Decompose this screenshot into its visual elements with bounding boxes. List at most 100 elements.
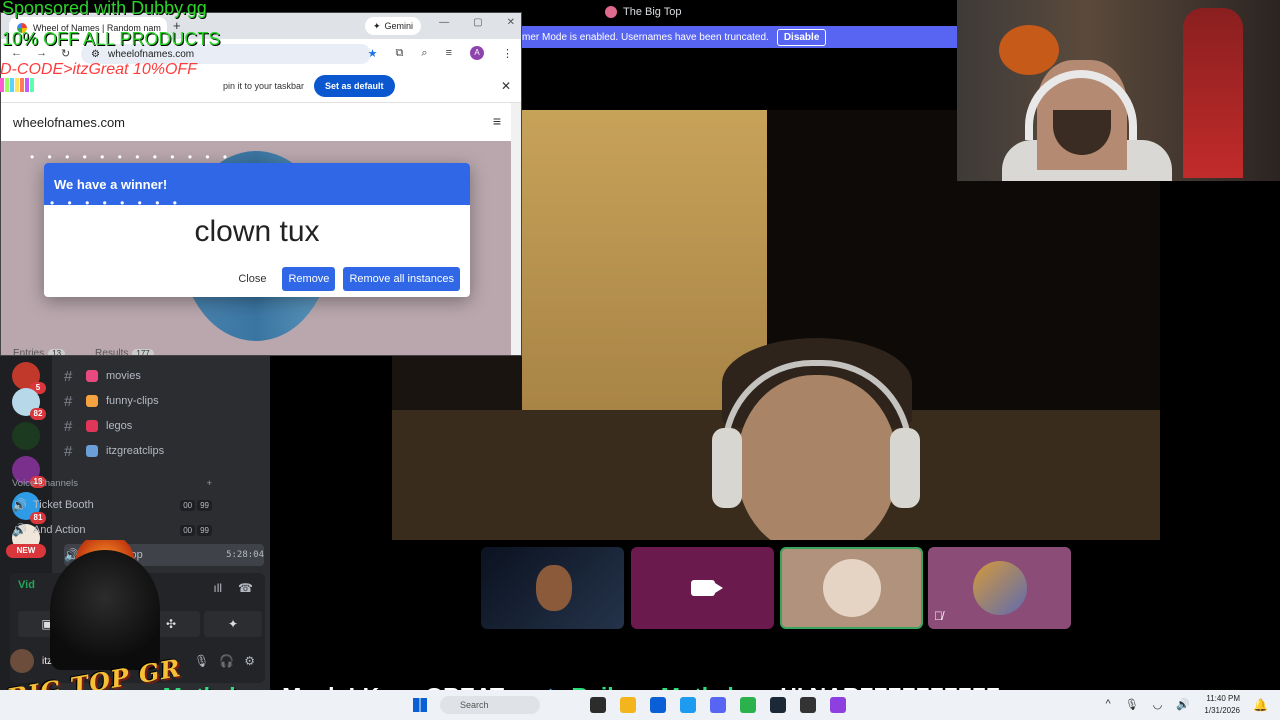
minimize-icon[interactable]: —	[439, 17, 449, 28]
streamer-mode-text: mer Mode is enabled. Usernames have been…	[522, 31, 769, 43]
remove-all-instances-button[interactable]: Remove all instances	[343, 267, 460, 291]
server-icon[interactable]: 82	[12, 388, 46, 420]
voice-channel-ticket-booth[interactable]: 🔊 Ticket Booth 00 99	[12, 494, 212, 516]
voice-channels-header[interactable]: Voice Channels +	[12, 478, 212, 489]
notification-bell-icon[interactable]: 🔔	[1253, 698, 1268, 712]
close-window-icon[interactable]: ✕	[507, 17, 515, 28]
gemini-button[interactable]: ✦ Gemini	[365, 17, 422, 35]
remove-button[interactable]: Remove	[282, 267, 336, 291]
clock-date: 1/31/2026	[1204, 706, 1240, 715]
site-info-icon[interactable]: ⚙	[91, 49, 100, 60]
voice-channel-label: And Action	[32, 524, 86, 536]
sparkle-dots: • • • • • • • • • • • • • • • • • • • • …	[40, 106, 400, 120]
edge-icon[interactable]	[650, 697, 666, 713]
tab-label: Results	[95, 348, 129, 356]
call-title-text: The Big Top	[623, 6, 682, 18]
server-icon	[605, 6, 617, 18]
user-count: 00	[180, 524, 196, 536]
channel-label: legos	[106, 420, 133, 432]
channel-label: movies	[106, 370, 141, 382]
page-scrollbar[interactable]	[511, 103, 521, 355]
tray-overflow-icon[interactable]: ^	[1106, 698, 1111, 711]
discord-icon[interactable]	[710, 697, 726, 713]
disconnect-icon[interactable]: ☎	[238, 581, 253, 595]
set-as-default-button[interactable]: Set as default	[314, 75, 395, 97]
streamer-webcam	[957, 0, 1280, 181]
promo-text: 10% OFF ALL PRODUCTS	[2, 29, 221, 49]
steam-icon[interactable]	[770, 697, 786, 713]
user-limit: 99	[197, 524, 212, 536]
channel-label: itzgreatclips	[106, 445, 165, 457]
volume-icon[interactable]: 🔊	[1176, 698, 1190, 711]
file-explorer-icon[interactable]	[620, 697, 636, 713]
extensions-icon[interactable]: ⧉	[396, 47, 404, 60]
voice-channel-and-action[interactable]: 🔊 And Action 00 99	[12, 519, 212, 541]
tent-graphic	[50, 550, 160, 670]
streamer-mode-banner: mer Mode is enabled. Usernames have been…	[512, 26, 958, 48]
gemini-label: Gemini	[384, 21, 414, 31]
channel-emoji-icon	[86, 445, 98, 457]
infobar-message: pin it to your taskbar	[223, 81, 305, 91]
bookmark-star-icon[interactable]: ★	[368, 47, 378, 60]
twitch-icon[interactable]	[830, 697, 846, 713]
taskbar-clock[interactable]: 11:40 PM 1/31/2026	[1204, 693, 1240, 717]
call-title: The Big Top	[605, 4, 682, 20]
maximize-icon[interactable]: ▢	[473, 17, 482, 28]
channel-itzgreatclips[interactable]: # itzgreatclips	[64, 440, 164, 462]
mail-icon[interactable]	[680, 697, 696, 713]
server-icon[interactable]	[12, 422, 40, 450]
windows-taskbar: Search ^ 🎙 ◡ 🔊 11:40 PM 1/31/2026 🔔	[0, 690, 1280, 720]
winner-dialog: We have a winner! clown tux Close Remove…	[44, 163, 470, 297]
avatar	[972, 561, 1027, 615]
tab-entries[interactable]: Entries 13	[13, 348, 66, 355]
microphone-tray-icon[interactable]: 🎙	[1125, 698, 1139, 711]
close-button[interactable]: Close	[230, 269, 274, 289]
hash-icon: #	[64, 442, 73, 460]
url-text: wheelofnames.com	[107, 48, 195, 60]
reading-list-icon[interactable]: ≡	[446, 47, 452, 59]
tab-count: 13	[48, 349, 66, 355]
spotify-icon[interactable]	[740, 697, 756, 713]
tab-search-icon[interactable]: ⌕	[421, 47, 427, 60]
channel-label: funny-clips	[106, 395, 159, 407]
taskbar-search[interactable]: Search	[440, 696, 540, 714]
participant-tile-2[interactable]	[631, 547, 774, 629]
user-count: 00	[180, 499, 196, 511]
obs-icon[interactable]	[800, 697, 816, 713]
windows-start-icon[interactable]	[413, 698, 427, 712]
channel-emoji-icon	[86, 420, 98, 432]
hash-icon: #	[64, 392, 73, 410]
hash-icon: #	[64, 367, 73, 385]
sponsor-text: Sponsored with Dubby.gg	[2, 0, 207, 18]
channel-legos[interactable]: # legos	[64, 415, 132, 437]
participant-tile-3[interactable]	[780, 547, 923, 629]
clown-decoration	[1183, 8, 1243, 178]
discount-code-text: D-CODE>itzGreat 10%OFF	[0, 61, 197, 78]
more-menu-icon[interactable]: ⋮	[502, 47, 513, 60]
headphones-icon[interactable]: 🎧	[219, 654, 234, 668]
speaker-icon: 🔊	[12, 498, 27, 512]
profile-avatar[interactable]: A	[470, 46, 484, 60]
hash-icon: #	[64, 417, 73, 435]
task-view-icon[interactable]	[590, 697, 606, 713]
speaker-icon: 🔊	[12, 523, 27, 537]
tab-results[interactable]: Results 177	[95, 348, 154, 356]
gemini-sparkle-icon: ✦	[373, 20, 381, 31]
clock-time: 11:40 PM	[1206, 694, 1240, 703]
add-channel-icon[interactable]: +	[206, 478, 212, 489]
tab-count: 177	[132, 349, 154, 355]
channel-funny-clips[interactable]: # funny-clips	[64, 390, 159, 412]
winner-name: clown tux	[194, 215, 320, 248]
participant-tile-4[interactable]: 🎙̸	[928, 547, 1071, 629]
close-infobar-icon[interactable]: ✕	[501, 79, 511, 93]
avatar	[822, 559, 881, 617]
hamburger-menu-icon[interactable]: ≡	[493, 113, 501, 129]
channel-movies[interactable]: # movies	[64, 365, 141, 387]
settings-gear-icon[interactable]: ⚙	[244, 654, 255, 668]
sparkle-dots: • • • • • • • •	[50, 196, 182, 210]
pumpkin-decoration	[999, 25, 1059, 75]
participant-tile-1[interactable]	[481, 547, 624, 629]
server-icon[interactable]: 5	[12, 362, 46, 394]
wifi-icon[interactable]: ◡	[1153, 698, 1163, 711]
disable-streamer-mode-button[interactable]: Disable	[776, 28, 827, 46]
